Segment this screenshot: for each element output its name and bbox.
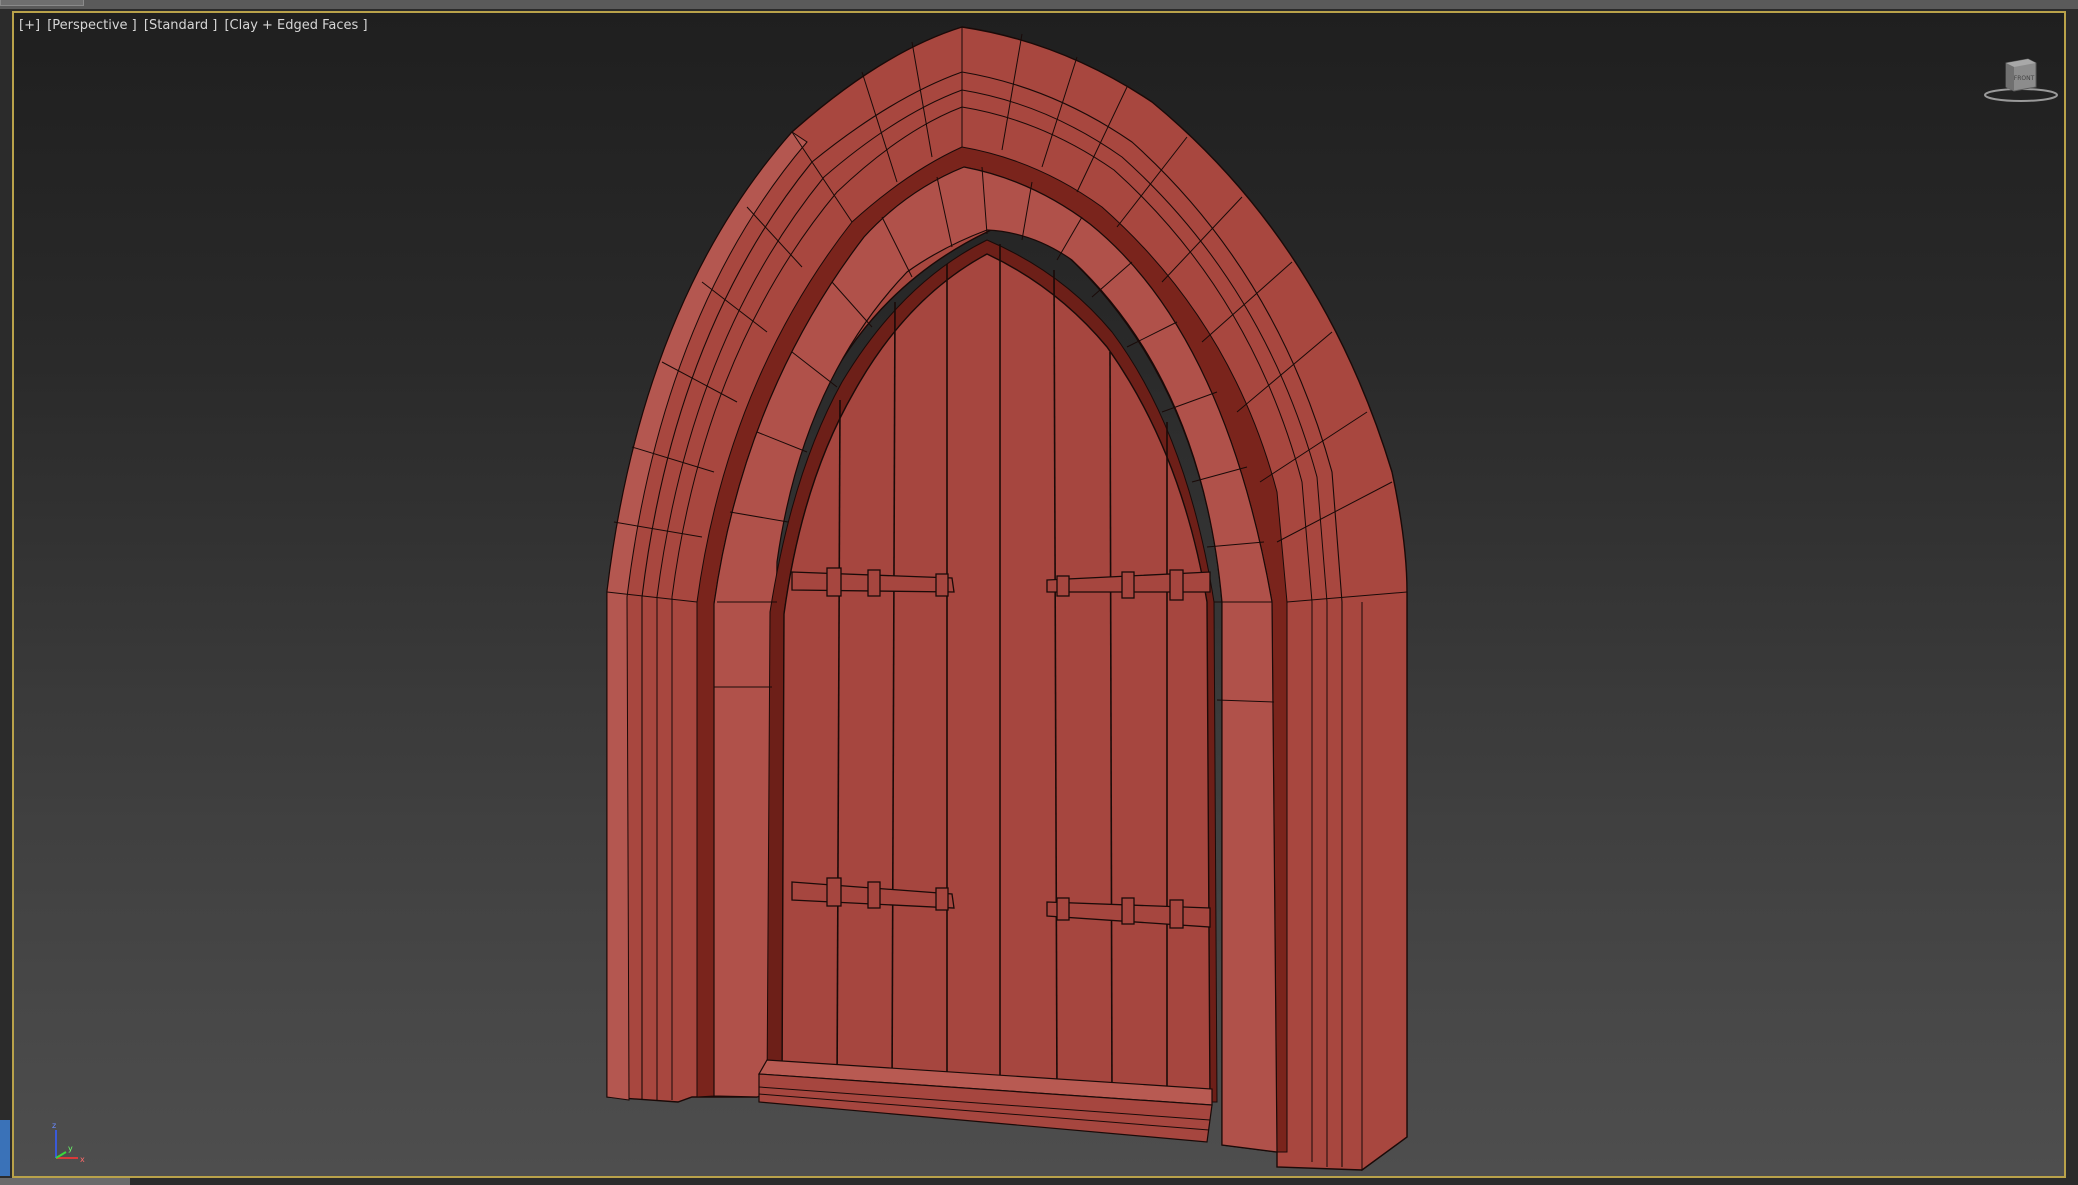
- axis-x-label: x: [80, 1155, 85, 1164]
- app-frame: [+] [Perspective ] [Standard ] [Clay + E…: [0, 0, 2078, 1185]
- viewport-tab[interactable]: [0, 0, 84, 6]
- viewcube-face-label: FRONT: [2014, 75, 2035, 82]
- door-model[interactable]: [12, 11, 2066, 1178]
- left-edge-panel: [0, 1120, 10, 1176]
- axis-tripod-icon: z x y: [52, 1121, 85, 1164]
- bottom-status-strip: [0, 1178, 130, 1185]
- axis-y-label: y: [68, 1144, 73, 1153]
- viewcube-icon[interactable]: FRONT: [1976, 49, 2066, 109]
- top-toolbar-strip: [0, 0, 2078, 9]
- axis-z-label: z: [52, 1121, 56, 1130]
- perspective-viewport[interactable]: [+] [Perspective ] [Standard ] [Clay + E…: [12, 11, 2066, 1178]
